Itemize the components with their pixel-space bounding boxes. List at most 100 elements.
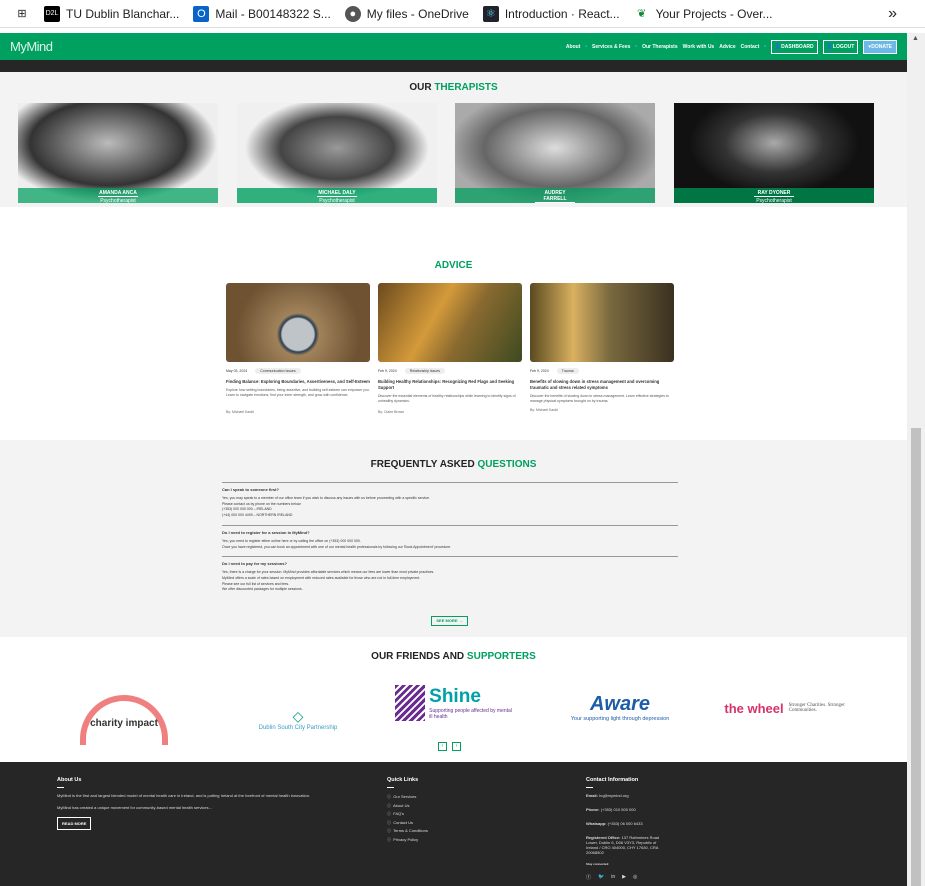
faq-item[interactable]: Can I speak to someone first? Yes, you m… xyxy=(222,482,678,525)
faq-item[interactable]: Do I need to pay for my sessions? Yes, t… xyxy=(222,556,678,599)
therapist-card[interactable]: AMANDA ANCA Psychotherapist xyxy=(18,103,218,203)
shine-logo[interactable]: Shine Supporting people affected by menta… xyxy=(395,683,515,723)
charity-impact-logo[interactable]: charity impact xyxy=(80,695,168,745)
article-tag[interactable]: Relationship Issues xyxy=(404,368,446,374)
article-excerpt: Discover the essential elements of healt… xyxy=(378,394,516,403)
leaf-icon: ❦ xyxy=(636,8,647,20)
therapist-card[interactable]: AUDREY FARRELLCounsellor xyxy=(455,103,655,203)
dashboard-label: DASHBOARD xyxy=(781,43,814,50)
bookmark-label: TU Dublin Blanchar... xyxy=(66,6,180,21)
article-tag[interactable]: Communication Issues xyxy=(255,368,301,374)
youtube-icon[interactable]: ▶ xyxy=(622,874,626,881)
donate-button[interactable]: ♥DONATE xyxy=(863,39,897,54)
faq-question[interactable]: Do I need to pay for my sessions? xyxy=(222,561,678,566)
page-scrollbar[interactable]: ▲ xyxy=(907,33,925,886)
read-more-button[interactable]: READ MORE xyxy=(57,817,92,830)
apps-grid-icon: ⊞ xyxy=(17,8,27,20)
faq-section: FREQUENTLY ASKED QUESTIONS Can I speak t… xyxy=(0,440,907,637)
section-title: FREQUENTLY ASKED QUESTIONS xyxy=(370,459,537,470)
article-date: Feb 9, 2024 xyxy=(530,369,549,373)
nav-contact[interactable]: Contact xyxy=(741,44,760,50)
aware-logo[interactable]: Aware Your supporting light through depre… xyxy=(560,689,680,725)
article-author: By: Claire Brown xyxy=(378,410,405,414)
footer-link[interactable]: ⓘ Privacy Policy xyxy=(387,836,428,845)
site-logo[interactable]: MyMind xyxy=(10,39,53,54)
article-title[interactable]: Benefits of slowing down in stress manag… xyxy=(530,379,674,391)
article-author: By: Michael Kaobi xyxy=(530,408,559,412)
faq-item[interactable]: Do I need to register for a session in M… xyxy=(222,524,678,556)
hero-strip xyxy=(0,60,907,72)
more-bookmarks-icon[interactable]: » xyxy=(888,5,897,23)
page: MyMind About · Services & Fees · Our Thera… xyxy=(0,33,907,886)
outlook-icon: O xyxy=(193,5,210,22)
section-title: ADVICE xyxy=(434,260,473,271)
therapist-name: AMANDA ANCA xyxy=(98,190,138,197)
supporters-section: OUR FRIENDS AND SUPPORTERS charity impac… xyxy=(0,637,907,762)
bookmark-label: Introduction · React... xyxy=(504,6,620,21)
article-tag[interactable]: Trauma xyxy=(556,368,579,374)
twitter-icon[interactable]: 🐦 xyxy=(598,874,604,881)
bookmark-tu-dublin[interactable]: D2L TU Dublin Blanchar... xyxy=(44,5,180,22)
contact-whatsapp[interactable]: (+353) 06 000 6433 xyxy=(608,821,643,826)
article-title[interactable]: Building Healthy Relationships: Recogniz… xyxy=(378,379,522,391)
article-image xyxy=(530,283,674,362)
github-icon: ● xyxy=(344,5,361,22)
the-wheel-logo[interactable]: the wheel Stronger Charities. Stronger Co… xyxy=(724,693,849,723)
article-image xyxy=(378,283,522,362)
contact-email[interactable]: hq@mymind.org xyxy=(599,793,628,798)
scroll-up-icon[interactable]: ▲ xyxy=(912,35,919,42)
footer-heading: Quick Links xyxy=(387,777,419,783)
dscp-logo[interactable]: ◇ Dublin South City Partnership xyxy=(258,699,338,739)
carousel-prev-button[interactable]: ‹ xyxy=(438,742,447,751)
therapist-card[interactable]: MICHAEL DALY Psychotherapist xyxy=(237,103,437,203)
therapist-role: Psychotherapist xyxy=(319,198,355,203)
facebook-icon[interactable]: ⓕ xyxy=(586,874,591,881)
see-more-faq-button[interactable]: SEE MORE → xyxy=(431,616,468,626)
therapist-name: MICHAEL DALY xyxy=(317,190,357,197)
bookmark-mail[interactable]: O Mail - B00148322 S... xyxy=(193,5,331,22)
faq-question[interactable]: Can I speak to someone first? xyxy=(222,487,678,492)
footer-link[interactable]: ⓘ FAQ's xyxy=(387,810,428,819)
bookmark-label: Your Projects - Over... xyxy=(655,6,773,21)
footer-link[interactable]: ⓘ Our Services xyxy=(387,793,428,802)
advice-card[interactable]: Feb 9, 2024 Trauma Benefits of slowing do… xyxy=(530,283,674,412)
bookmark-onedrive[interactable]: ● My files - OneDrive xyxy=(344,5,469,22)
nav-work[interactable]: Work with Us xyxy=(683,44,715,50)
footer-heading: Contact Information xyxy=(586,777,639,783)
therapist-card[interactable]: RAY DYONER Psychotherapist xyxy=(674,103,874,203)
carousel-next-button[interactable]: › xyxy=(452,742,461,751)
nav-services[interactable]: Services & Fees xyxy=(592,44,630,50)
logout-button[interactable]: 👤LOGOUT xyxy=(822,39,859,54)
scrollbar-thumb[interactable] xyxy=(911,428,921,886)
nav-therapists[interactable]: Our Therapists xyxy=(642,44,678,50)
therapist-role: Psychotherapist xyxy=(100,198,136,203)
bookmark-label: My files - OneDrive xyxy=(366,6,469,21)
advice-card[interactable]: Feb 9, 2024 Relationship Issues Building … xyxy=(378,283,522,414)
d2l-icon: D2L xyxy=(44,5,60,22)
logout-label: LOGOUT xyxy=(832,43,855,50)
article-excerpt: Explore how setting boundaries, being as… xyxy=(226,388,370,397)
therapists-section: OUR THERAPISTS AMANDA ANCA Psychotherapis… xyxy=(0,72,907,224)
footer-heading: About Us xyxy=(57,777,82,783)
article-title[interactable]: Finding Balance: Exploring Boundaries, A… xyxy=(226,379,370,385)
therapist-name: RAY DYONER xyxy=(754,190,794,197)
contact-phone[interactable]: (+353) 010 500 000 xyxy=(601,807,636,812)
therapist-name: AUDREY FARRELL xyxy=(535,190,575,203)
dashboard-button[interactable]: 👤DASHBOARD xyxy=(770,39,818,54)
instagram-icon[interactable]: ◎ xyxy=(633,874,637,881)
nav-about[interactable]: About xyxy=(566,44,580,50)
footer-link[interactable]: ⓘ Terms & Conditions xyxy=(387,827,428,836)
faq-question[interactable]: Do I need to register for a session in M… xyxy=(222,530,678,535)
bookmark-apps[interactable]: ⊞ xyxy=(14,6,30,22)
article-author: By: Michael Kaobi xyxy=(226,410,255,414)
bookmark-overleaf[interactable]: ❦ Your Projects - Over... xyxy=(634,6,773,22)
nav-advice[interactable]: Advice xyxy=(719,44,735,50)
article-excerpt: Discover the benefits of slowing down in… xyxy=(530,394,669,403)
article-date: Feb 9, 2024 xyxy=(378,369,397,373)
footer-link[interactable]: ⓘ Contact Us xyxy=(387,819,428,828)
advice-card[interactable]: May 03, 2024 Communication Issues Finding… xyxy=(226,283,370,414)
footer-link[interactable]: ⓘ About Us xyxy=(387,802,428,811)
bookmark-label: Mail - B00148322 S... xyxy=(215,6,331,21)
linkedin-icon[interactable]: in xyxy=(611,874,615,881)
bookmark-react[interactable]: ⚛ Introduction · React... xyxy=(482,5,620,22)
